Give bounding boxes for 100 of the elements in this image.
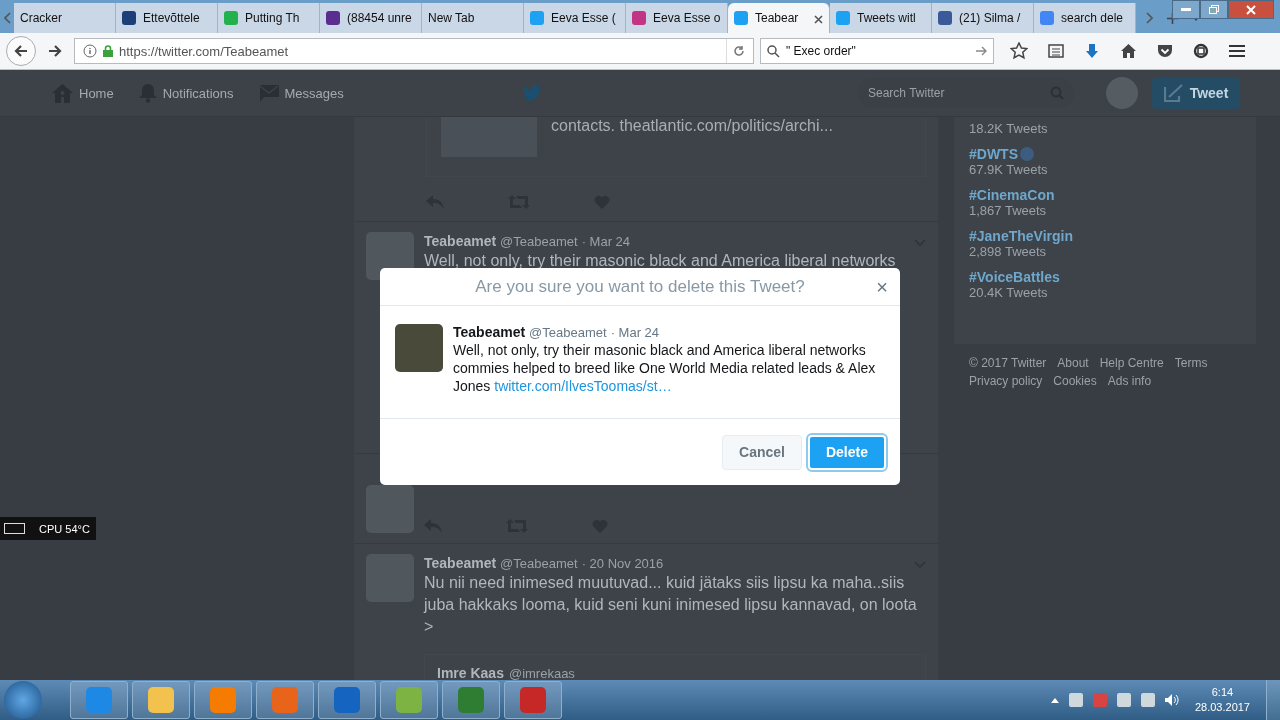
minimize-icon[interactable]: [1181, 7, 1191, 12]
user-name[interactable]: Teabeamet: [424, 233, 497, 249]
tweet-date: · Mar 24: [610, 325, 660, 340]
app-icon: [520, 687, 546, 713]
star-icon[interactable]: [1010, 42, 1028, 60]
restore-icon[interactable]: [1209, 5, 1219, 14]
app-icon: [458, 687, 484, 713]
globe-icon: [1020, 147, 1034, 161]
user-handle: @imrekaas: [508, 666, 575, 680]
footer-link[interactable]: © 2017 Twitter: [969, 356, 1047, 370]
browser-tab[interactable]: Eeva Esse o: [626, 3, 728, 33]
link-text[interactable]: contacts. theatlantic.com/politics/archi...: [551, 117, 833, 176]
back-icon[interactable]: [14, 44, 28, 58]
search-text: " Exec order": [786, 44, 857, 58]
app-icon: [148, 687, 174, 713]
menu-icon[interactable]: [1229, 44, 1245, 58]
chevron-right-icon[interactable]: [1146, 12, 1153, 24]
lock-icon: [103, 45, 113, 57]
trend-link[interactable]: #VoiceBattles: [969, 269, 1241, 285]
pocket-icon[interactable]: [1157, 43, 1173, 59]
user-handle[interactable]: @Teabeamet: [500, 556, 578, 571]
tweet-count: 20.4K Tweets: [969, 285, 1049, 300]
browser-tab[interactable]: New Tab: [422, 3, 524, 33]
caret-up-icon[interactable]: [1050, 697, 1059, 703]
browser-tab[interactable]: Cracker: [14, 3, 116, 33]
close-icon[interactable]: [814, 14, 823, 24]
forward-icon[interactable]: [48, 44, 62, 58]
close-button[interactable]: [1228, 0, 1274, 19]
footer-link[interactable]: Ads info: [1107, 374, 1152, 388]
taskbar-app-button[interactable]: [194, 681, 252, 719]
trend-link[interactable]: #DWTS: [969, 146, 1018, 162]
sync-icon[interactable]: [1193, 43, 1209, 59]
close-button[interactable]: ×: [876, 277, 888, 297]
browser-tab[interactable]: (88454 unre: [320, 3, 422, 33]
cancel-button[interactable]: Cancel: [722, 434, 802, 470]
reader-list-icon[interactable]: [1048, 43, 1064, 59]
taskbar-app-button[interactable]: [442, 681, 500, 719]
footer-link[interactable]: Cookies: [1053, 374, 1097, 388]
tweet-link[interactable]: twitter.com/IlvesToomas/st…: [494, 378, 672, 394]
show-desktop-button[interactable]: [1266, 680, 1280, 720]
taskbar-app-button[interactable]: [318, 681, 376, 719]
browser-tab[interactable]: (21) Silma /: [932, 3, 1034, 33]
browser-tab[interactable]: Tweets witl: [830, 3, 932, 33]
arrow-icon[interactable]: [976, 46, 987, 56]
taskbar-app-button[interactable]: [256, 681, 314, 719]
tweet-date[interactable]: · Mar 24: [581, 234, 631, 249]
browser-tab[interactable]: Putting Th: [218, 3, 320, 33]
browser-tab[interactable]: search dele: [1034, 3, 1136, 33]
rectangle-icon: [4, 523, 25, 534]
tweet-count: 1,867 Tweets: [969, 203, 1048, 218]
trend-link[interactable]: #JaneTheVirgin: [969, 228, 1241, 244]
tweet-date[interactable]: · 20 Nov 2016: [581, 556, 664, 571]
footer-link[interactable]: About: [1057, 356, 1089, 370]
url-text: https://twitter.com/Teabeamet: [119, 43, 290, 59]
user-name: Teabeamet: [453, 324, 526, 340]
link-card[interactable]: contacts. theatlantic.com/politics/archi...: [426, 117, 926, 177]
home-icon[interactable]: [1120, 43, 1137, 59]
user-handle[interactable]: @Teabeamet: [500, 234, 578, 249]
delete-button[interactable]: Delete: [807, 434, 886, 470]
tray-icon[interactable]: [1116, 693, 1131, 707]
tweet-button[interactable]: Tweet: [1152, 77, 1240, 109]
dialog-title: Are you sure you want to delete this Tweet?: [475, 276, 805, 297]
speaker-icon[interactable]: [1164, 694, 1179, 706]
tweet-count: 67.9K Tweets: [969, 162, 1049, 177]
user-name[interactable]: Teabeamet: [424, 555, 497, 571]
app-icon: [396, 687, 422, 713]
user-name: Imre Kaas: [437, 665, 504, 680]
avatar-photo-placeholder: [395, 324, 443, 372]
taskbar-app-button[interactable]: [380, 681, 438, 719]
address-field[interactable]: https://twitter.com/Teabeamet: [74, 38, 754, 64]
trend-link[interactable]: #CinemaCon: [969, 187, 1241, 203]
taskbar-app-button[interactable]: [132, 681, 190, 719]
app-icon: [86, 687, 112, 713]
footer-link[interactable]: Terms: [1174, 356, 1208, 370]
clock[interactable]: 6:14 28.03.2017: [1188, 685, 1256, 715]
app-icon: [210, 687, 236, 713]
taskbar-app-button[interactable]: [70, 681, 128, 719]
nav-link[interactable]: Home: [52, 83, 114, 103]
taskbar-app-button[interactable]: [504, 681, 562, 719]
restore-button[interactable]: [1200, 0, 1228, 19]
reload-icon[interactable]: [733, 45, 745, 57]
browser-tab[interactable]: Eeva Esse (: [524, 3, 626, 33]
search-field[interactable]: " Exec order": [760, 38, 994, 64]
start-button[interactable]: [4, 681, 42, 719]
tray-icon[interactable]: [1068, 693, 1083, 707]
tweet-text: Nu nii need inimesed muutuvad... kuid jätaks siis lipsu ka maha..siis juba hakkaks looma, kuid seni kuni inimesed lipsu kannavad, on loota >: [424, 573, 918, 637]
back-button[interactable]: [6, 36, 36, 66]
footer-link[interactable]: Help Centre: [1099, 356, 1164, 370]
footer-link[interactable]: Privacy policy: [969, 374, 1043, 388]
minimize-button[interactable]: [1172, 0, 1200, 19]
download-icon[interactable]: [1084, 43, 1100, 59]
nav-link[interactable]: Messages: [258, 83, 344, 103]
search-icon: [767, 44, 780, 58]
browser-tab[interactable]: Teabear: [728, 3, 830, 33]
nav-link[interactable]: Notifications: [138, 83, 234, 103]
tweet-count: 18.2K Tweets: [969, 121, 1049, 136]
browser-tab[interactable]: Ettevõttele: [116, 3, 218, 33]
quill-icon: [1163, 84, 1184, 102]
user-handle: @Teabeamet: [529, 325, 607, 340]
chevron-left-icon[interactable]: [4, 12, 11, 24]
